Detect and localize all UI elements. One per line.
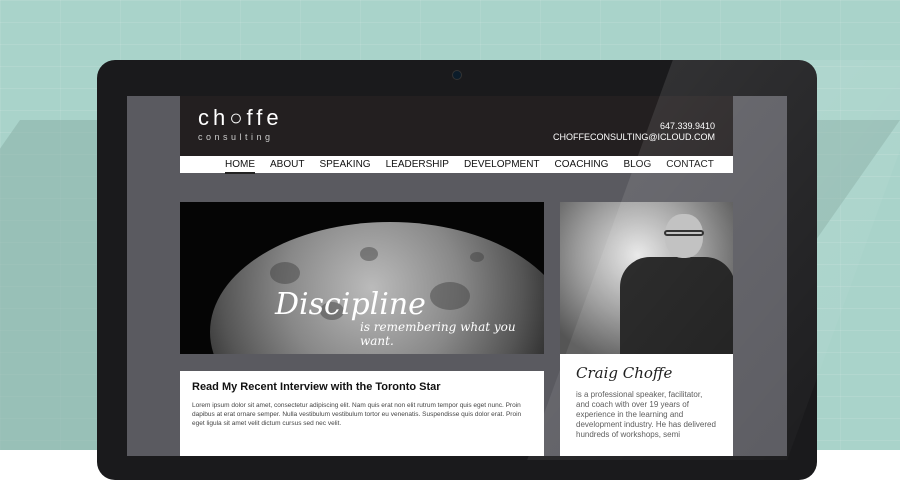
nav-item-speaking[interactable]: SPEAKING bbox=[319, 159, 370, 170]
nav-item-leadership[interactable]: LEADERSHIP bbox=[386, 159, 449, 170]
hero-banner: Discipline is remembering what you want. bbox=[180, 202, 544, 354]
nav-item-coaching[interactable]: COACHING bbox=[555, 159, 609, 170]
person-head bbox=[665, 214, 703, 258]
hero-quote-sub: is remembering what you want. bbox=[360, 320, 516, 348]
glasses-icon bbox=[664, 230, 704, 236]
monitor-screen: ch○ffe consulting 647.339.9410 CHOFFECON… bbox=[127, 96, 787, 456]
contact-info: 647.339.9410 CHOFFECONSULTING@ICLOUD.COM bbox=[553, 121, 715, 143]
profile-photo bbox=[560, 202, 733, 354]
site-header: ch○ffe consulting 647.339.9410 CHOFFECON… bbox=[180, 96, 733, 156]
bio-text: is a professional speaker, facilitator, … bbox=[576, 390, 716, 439]
logo-wordmark: ch○ffe bbox=[198, 105, 283, 130]
article-title[interactable]: Read My Recent Interview with the Toront… bbox=[192, 381, 532, 393]
nav-item-blog[interactable]: BLOG bbox=[623, 159, 651, 170]
nav-item-development[interactable]: DEVELOPMENT bbox=[464, 159, 540, 170]
bio-name: Craig Choffe bbox=[576, 364, 673, 382]
logo-subtitle: consulting bbox=[198, 132, 274, 142]
bio-card: Craig Choffe is a professional speaker, … bbox=[560, 354, 733, 456]
camera-icon bbox=[452, 70, 462, 80]
email-address[interactable]: CHOFFECONSULTING@ICLOUD.COM bbox=[553, 132, 715, 143]
nav-item-home[interactable]: HOME bbox=[225, 159, 255, 174]
nav-item-contact[interactable]: CONTACT bbox=[666, 159, 714, 170]
article-card: Read My Recent Interview with the Toront… bbox=[180, 371, 544, 456]
nav-item-about[interactable]: ABOUT bbox=[270, 159, 304, 170]
person-body bbox=[620, 257, 733, 354]
article-body: Lorem ipsum dolor sit amet, consectetur … bbox=[192, 402, 522, 427]
main-nav: HOME ABOUT SPEAKING LEADERSHIP DEVELOPME… bbox=[180, 156, 733, 174]
phone-number: 647.339.9410 bbox=[659, 121, 715, 131]
site-logo[interactable]: ch○ffe consulting bbox=[198, 105, 283, 143]
hero-quote-main: Discipline bbox=[275, 287, 426, 322]
